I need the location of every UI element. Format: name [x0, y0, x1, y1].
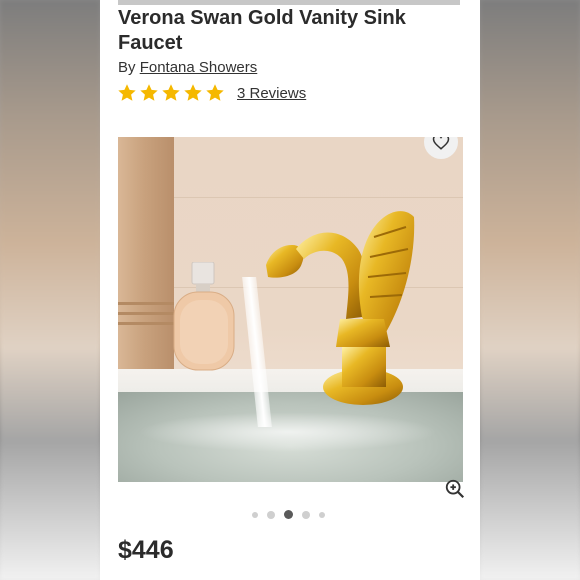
product-image[interactable] — [118, 137, 463, 482]
star-rating — [117, 83, 227, 103]
zoom-in-icon[interactable] — [444, 478, 466, 500]
rating: 3 Reviews — [117, 83, 306, 103]
background-blur-right — [480, 0, 580, 580]
byline-prefix: By — [118, 59, 136, 76]
star-icon — [140, 84, 158, 101]
reviews-link[interactable]: 3 Reviews — [237, 85, 306, 102]
towel — [118, 137, 174, 372]
carousel-dot[interactable] — [252, 511, 258, 518]
water-sheen — [138, 412, 438, 452]
heart-outline-icon — [432, 137, 450, 150]
carousel-dot[interactable] — [267, 510, 275, 519]
price: $446 — [118, 536, 174, 564]
favorite-button[interactable] — [424, 137, 458, 159]
swan-faucet — [266, 211, 415, 405]
top-divider — [118, 0, 460, 5]
byline: By Fontana Showers — [118, 59, 257, 76]
carousel-dot[interactable] — [319, 511, 325, 518]
perfume-bottle — [173, 262, 235, 371]
product-card: Verona Swan Gold Vanity Sink Faucet By F… — [100, 0, 480, 580]
carousel-indicator — [252, 510, 334, 519]
star-icon — [118, 84, 136, 101]
star-icon — [162, 84, 180, 101]
carousel-dot[interactable] — [302, 510, 310, 519]
star-icon — [184, 84, 202, 101]
star-icon — [206, 84, 224, 101]
carousel-dot-active[interactable] — [284, 510, 293, 519]
product-title: Verona Swan Gold Vanity Sink Faucet — [118, 7, 406, 54]
background-blur-left — [0, 0, 100, 580]
brand-link[interactable]: Fontana Showers — [140, 59, 258, 76]
